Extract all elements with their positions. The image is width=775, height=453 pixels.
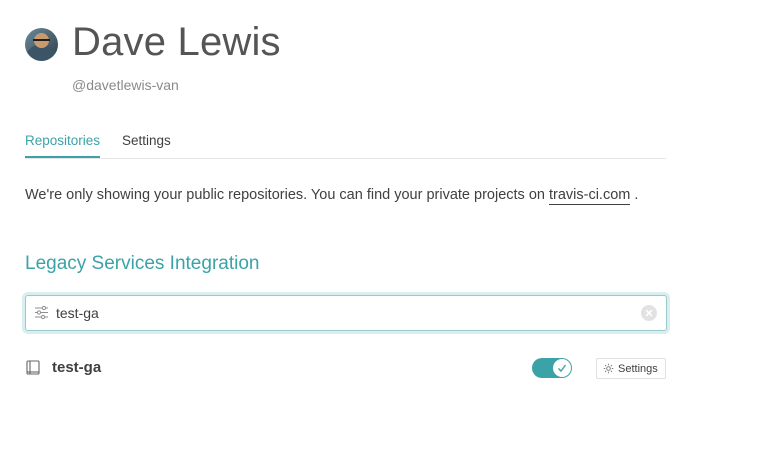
repo-book-icon xyxy=(26,360,40,375)
check-icon xyxy=(553,359,571,377)
notice-suffix: . xyxy=(630,187,639,203)
notice-text: We're only showing your public repositor… xyxy=(25,187,549,203)
user-handle: @davetlewis-van xyxy=(72,77,179,93)
public-repos-notice: We're only showing your public repositor… xyxy=(25,187,639,205)
user-name: Dave Lewis xyxy=(72,20,281,64)
filter-sliders-icon xyxy=(35,305,48,320)
repository-search xyxy=(25,295,667,331)
repository-name[interactable]: test-ga xyxy=(52,359,101,376)
tab-repositories[interactable]: Repositories xyxy=(25,133,101,158)
tab-settings[interactable]: Settings xyxy=(122,133,171,156)
gear-icon xyxy=(603,363,614,374)
profile-tabs: Repositories Settings xyxy=(25,131,666,159)
clear-icon[interactable] xyxy=(641,305,657,321)
repository-row: test-ga Settings xyxy=(25,355,667,383)
search-input[interactable] xyxy=(56,303,646,323)
settings-button-label: Settings xyxy=(618,363,658,375)
travis-ci-com-link[interactable]: travis-ci.com xyxy=(548,187,631,205)
section-title: Legacy Services Integration xyxy=(25,253,260,274)
repository-toggle[interactable] xyxy=(532,358,572,378)
repository-settings-button[interactable]: Settings xyxy=(596,358,666,379)
avatar xyxy=(25,28,58,61)
